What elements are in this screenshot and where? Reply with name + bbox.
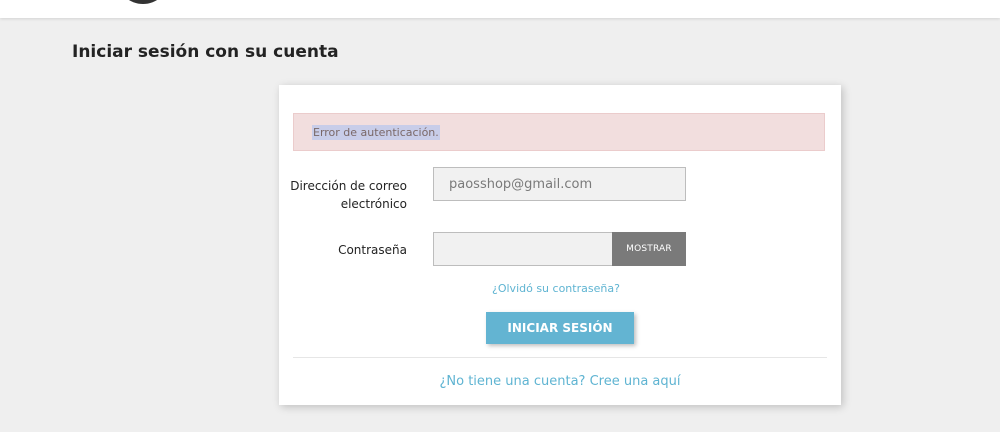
error-message: Error de autenticación. bbox=[312, 124, 440, 140]
logo-icon[interactable] bbox=[118, 0, 168, 4]
show-password-button[interactable]: MOSTRAR bbox=[612, 232, 686, 266]
password-field[interactable] bbox=[433, 232, 613, 266]
form-divider bbox=[293, 357, 827, 358]
create-account-link[interactable]: ¿No tiene una cuenta? Cree una aquí bbox=[279, 373, 841, 391]
email-field[interactable] bbox=[433, 167, 686, 201]
login-submit-button[interactable]: INICIAR SESIÓN bbox=[486, 312, 634, 344]
site-header bbox=[0, 0, 1000, 18]
forgot-password-link[interactable]: ¿Olvidó su contraseña? bbox=[492, 281, 620, 297]
error-alert: Error de autenticación. bbox=[293, 113, 825, 151]
password-label: Contraseña bbox=[338, 243, 407, 257]
email-label: Dirección de correo electrónico bbox=[290, 179, 407, 211]
page-title: Iniciar sesión con su cuenta bbox=[72, 42, 339, 62]
login-form-card: Error de autenticación. Dirección de cor… bbox=[279, 85, 841, 405]
